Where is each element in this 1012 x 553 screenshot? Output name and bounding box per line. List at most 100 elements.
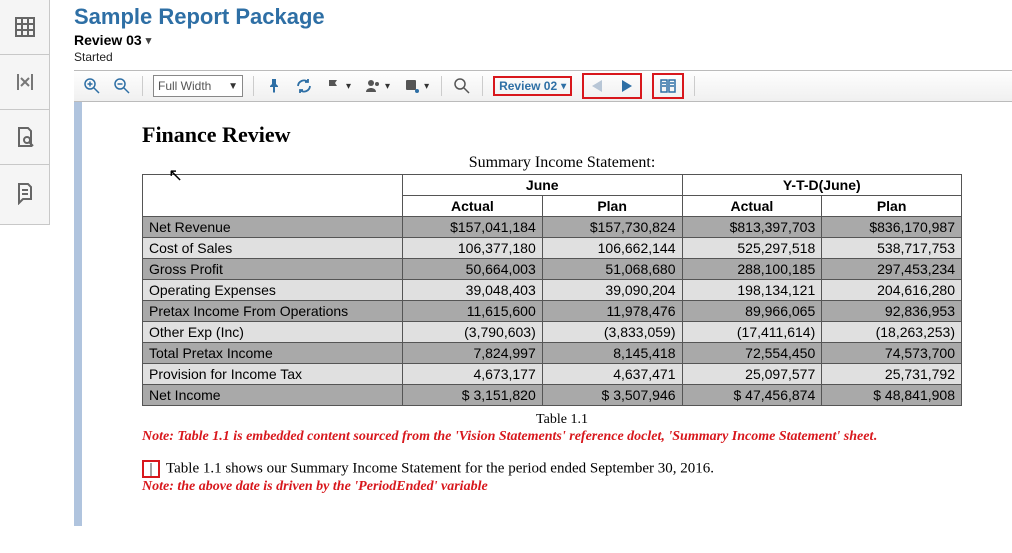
separator <box>482 76 483 96</box>
review-instance-dropdown[interactable]: Review 03 ▾ <box>74 30 151 48</box>
subcol-header: Plan <box>542 196 682 217</box>
cell-value: $ 3,151,820 <box>403 385 543 406</box>
cell-value: 288,100,185 <box>682 259 822 280</box>
period-header: Y-T-D(June) <box>682 175 962 196</box>
cell-value: 50,664,003 <box>403 259 543 280</box>
note-embedded-content: Note: Table 1.1 is embedded content sour… <box>142 428 982 446</box>
cell-value: 538,717,753 <box>822 238 962 259</box>
left-rail <box>0 0 50 225</box>
cell-value: 106,662,144 <box>542 238 682 259</box>
subcol-header: Actual <box>403 196 543 217</box>
cell-value: 39,048,403 <box>403 280 543 301</box>
cell-value: 106,377,180 <box>403 238 543 259</box>
cell-value: (18,263,253) <box>822 322 962 343</box>
cell-value: 8,145,418 <box>542 343 682 364</box>
cell-value: $ 48,841,908 <box>822 385 962 406</box>
review-gutter <box>74 102 82 526</box>
review-instance-label: Review 03 <box>74 32 142 48</box>
table-row: Net Income$ 3,151,820$ 3,507,946$ 47,456… <box>143 385 962 406</box>
cell-value: 11,978,476 <box>542 301 682 322</box>
cell-value: 51,068,680 <box>542 259 682 280</box>
zoom-select-value: Full Width <box>158 79 211 93</box>
note-variable: Note: the above date is driven by the 'P… <box>142 478 982 496</box>
compare-review-dropdown[interactable]: Review 02 ▾ <box>499 79 566 93</box>
next-change-icon[interactable] <box>616 76 636 96</box>
user-dropdown-icon[interactable]: ▾ <box>363 76 392 96</box>
body-line-text: Table 1.1 shows our Summary Income State… <box>166 461 714 477</box>
row-label: Other Exp (Inc) <box>143 322 403 343</box>
cell-value: 92,836,953 <box>822 301 962 322</box>
cell-value: 25,097,577 <box>682 364 822 385</box>
row-label: Cost of Sales <box>143 238 403 259</box>
row-label: Total Pretax Income <box>143 343 403 364</box>
row-label: Pretax Income From Operations <box>143 301 403 322</box>
refresh-icon[interactable] <box>294 76 314 96</box>
table-caption: Table 1.1 <box>142 412 982 428</box>
cell-value: $157,041,184 <box>403 217 543 238</box>
comments-icon[interactable] <box>0 165 49 220</box>
inspect-icon[interactable] <box>0 110 49 165</box>
table-row: Total Pretax Income7,824,9978,145,41872,… <box>143 343 962 364</box>
row-label: Gross Profit <box>143 259 403 280</box>
cell-value: (17,411,614) <box>682 322 822 343</box>
cell-value: 297,453,234 <box>822 259 962 280</box>
settings-dropdown-icon[interactable]: ▾ <box>402 76 431 96</box>
subcol-header: Plan <box>822 196 962 217</box>
main-area: Sample Report Package Review 03 ▾ Starte… <box>50 0 1012 553</box>
separator <box>142 76 143 96</box>
cell-value: (3,790,603) <box>403 322 543 343</box>
table-row: Gross Profit50,664,00351,068,680288,100,… <box>143 259 962 280</box>
flag-dropdown-icon[interactable]: ▾ <box>324 76 353 96</box>
compare-review-value: Review 02 <box>499 79 557 93</box>
chevron-down-icon: ▾ <box>146 34 152 47</box>
period-header: June <box>403 175 683 196</box>
previous-change-icon[interactable] <box>588 76 608 96</box>
cell-value: $ 3,507,946 <box>542 385 682 406</box>
nav-arrows-highlight <box>582 73 642 99</box>
zoom-out-icon[interactable] <box>112 76 132 96</box>
search-icon[interactable] <box>452 76 472 96</box>
row-label: Net Income <box>143 385 403 406</box>
cell-value: 74,573,700 <box>822 343 962 364</box>
cell-value: $ 47,456,874 <box>682 385 822 406</box>
cell-value: $813,397,703 <box>682 217 822 238</box>
table-supertitle: Summary Income Statement: <box>142 154 982 172</box>
cell-value: 525,297,518 <box>682 238 822 259</box>
cell-value: 25,731,792 <box>822 364 962 385</box>
chevron-down-icon: ▼ <box>228 81 238 92</box>
report-center-icon[interactable] <box>0 0 49 55</box>
separator <box>694 76 695 96</box>
compare-review-dropdown-highlight: Review 02 ▾ <box>493 76 572 96</box>
variables-icon[interactable] <box>0 55 49 110</box>
table-row: Cost of Sales106,377,180106,662,144525,2… <box>143 238 962 259</box>
compare-mode-icon[interactable] <box>658 76 678 96</box>
cell-value: 4,637,471 <box>542 364 682 385</box>
cell-value: $157,730,824 <box>542 217 682 238</box>
income-statement-table: June Y-T-D(June) Actual Plan Actual Plan… <box>142 174 962 406</box>
pin-icon[interactable] <box>264 76 284 96</box>
toolbar: Full Width ▼ ▾ ▾ ▾ Review 02 ▾ <box>74 70 1012 102</box>
chevron-down-icon: ▾ <box>561 81 566 92</box>
zoom-select[interactable]: Full Width ▼ <box>153 75 243 97</box>
note-period: . <box>873 429 877 444</box>
row-label: Operating Expenses <box>143 280 403 301</box>
table-row: Pretax Income From Operations11,615,6001… <box>143 301 962 322</box>
zoom-in-icon[interactable] <box>82 76 102 96</box>
cell-value: 89,966,065 <box>682 301 822 322</box>
document-viewer: Finance Review Summary Income Statement:… <box>74 102 1012 526</box>
table-row: Net Revenue$157,041,184$157,730,824$813,… <box>143 217 962 238</box>
note-text: Note: Table 1.1 is embedded content sour… <box>142 429 873 444</box>
status-label: Started <box>74 48 1012 64</box>
cell-value: 7,824,997 <box>403 343 543 364</box>
table-row: Other Exp (Inc)(3,790,603)(3,833,059)(17… <box>143 322 962 343</box>
row-label: Net Revenue <box>143 217 403 238</box>
separator <box>253 76 254 96</box>
subcol-header: Actual <box>682 196 822 217</box>
table-corner <box>143 175 403 217</box>
separator <box>441 76 442 96</box>
cell-value: 11,615,600 <box>403 301 543 322</box>
compare-mode-highlight <box>652 73 684 99</box>
table-row: Operating Expenses39,048,40339,090,20419… <box>143 280 962 301</box>
text-cursor-highlight: | <box>142 460 160 478</box>
doc-title: Finance Review <box>142 122 982 148</box>
